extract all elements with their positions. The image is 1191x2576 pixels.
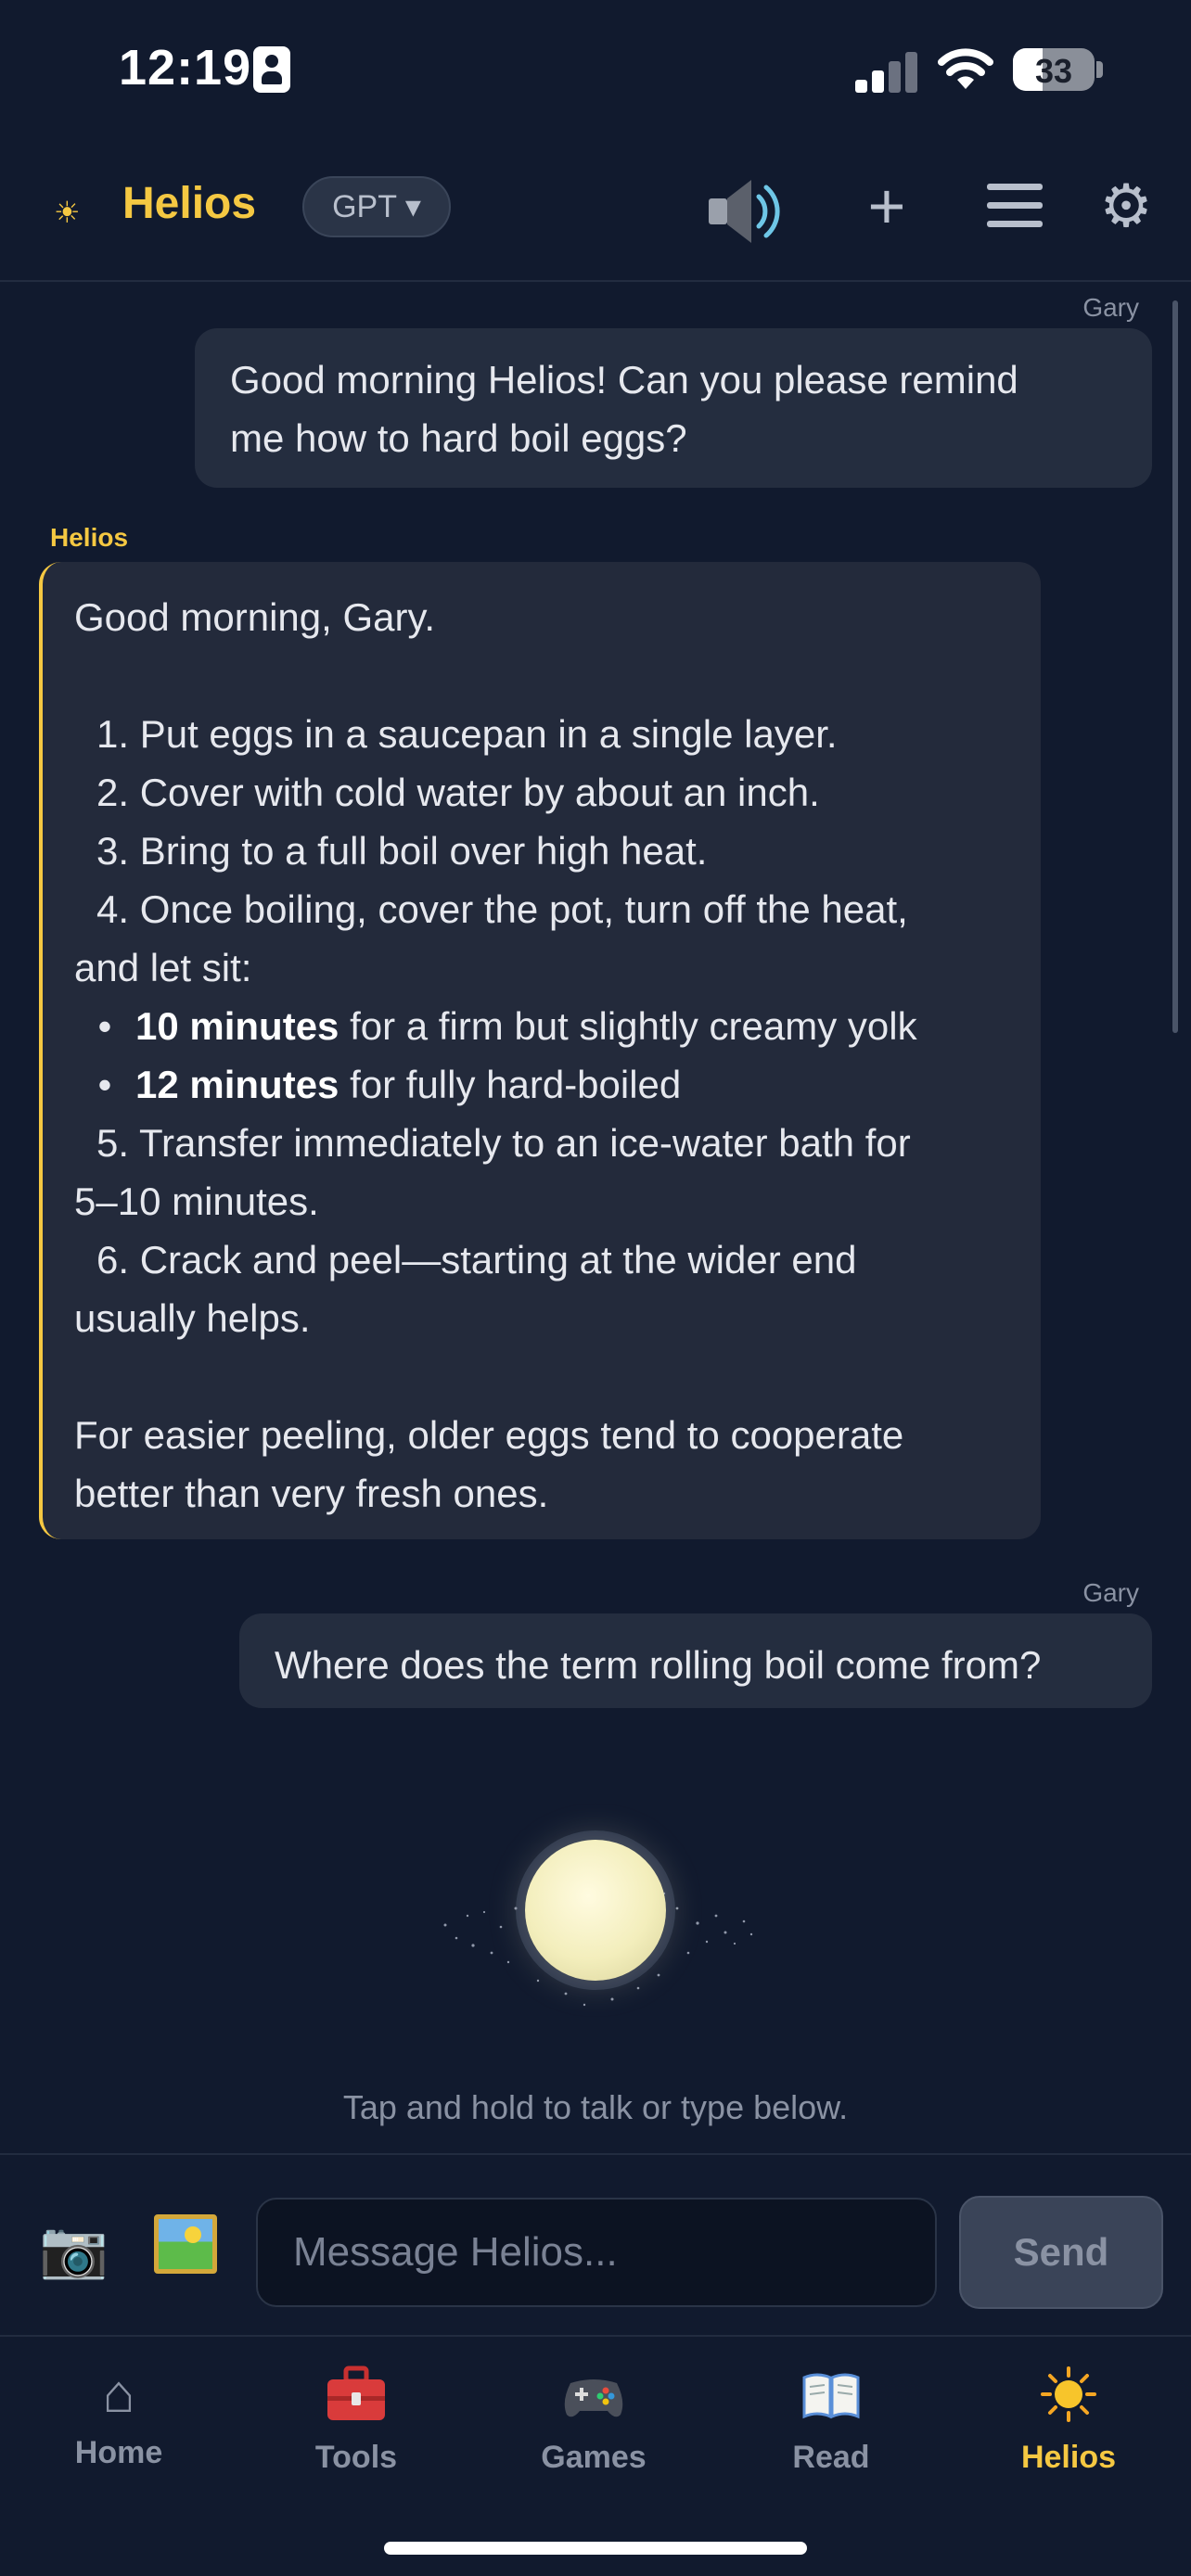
message-line: Where does the term rolling boil come fr…	[275, 1643, 1042, 1687]
bullet-item: • 12 minutes for fully hard-boiled	[97, 1063, 682, 1106]
step-item: 3. Bring to a full boil over high heat.	[96, 829, 708, 873]
step-item: 1. Put eggs in a saucepan in a single la…	[96, 712, 838, 756]
step-item: 5. Transfer immediately to an ice-water …	[96, 1121, 911, 1165]
sun-icon: ☀	[54, 196, 81, 229]
gamepad-icon	[564, 2379, 623, 2417]
step-item: 6. Crack and peel—starting at the wider …	[96, 1238, 857, 1282]
user-message-bubble[interactable]: Good morning Helios! Can you please remi…	[195, 328, 1152, 488]
step-item-continued: 5–10 minutes.	[74, 1180, 319, 1223]
bullet-bold: 10 minutes	[135, 1004, 339, 1048]
assistant-message-bubble[interactable]: Good morning, Gary. 1. Put eggs in a sau…	[39, 562, 1041, 1539]
contact-card-icon	[253, 46, 290, 93]
model-selector-button[interactable]: GPT ▾	[302, 176, 451, 237]
step-item: 2. Cover with cold water by about an inc…	[96, 771, 820, 814]
voice-hint-text: Tap and hold to talk or type below.	[342, 2088, 849, 2126]
chat-thread[interactable]: Gary Good morning Helios! Can you please…	[0, 284, 1191, 2129]
app-title: Helios	[122, 179, 257, 228]
message-sender: Gary	[1082, 1578, 1139, 1607]
new-chat-icon[interactable]: +	[850, 169, 924, 243]
speaker-icon[interactable]	[701, 167, 790, 256]
tab-label: Helios	[1020, 2440, 1117, 2475]
status-bar: 12:19 33	[0, 0, 1191, 139]
step-item: 4. Once boiling, cover the pot, turn off…	[96, 887, 908, 931]
step-item-continued: usually helps.	[74, 1296, 311, 1340]
bullet-text: for a firm but slightly creamy yolk	[339, 1004, 917, 1048]
home-icon: ⌂	[102, 2364, 135, 2424]
message-composer: 📷 Send	[0, 2153, 1191, 2337]
tab-label: Home	[74, 2435, 163, 2470]
settings-gear-icon[interactable]: ⚙	[1089, 169, 1163, 243]
bottom-tab-bar: ⌂ Home Tools Games Read Helios	[0, 2339, 1191, 2576]
tip-text: better than very fresh ones.	[74, 1472, 549, 1515]
menu-icon[interactable]	[978, 169, 1052, 243]
greeting-text: Good morning, Gary.	[74, 595, 436, 639]
tab-label: Tools	[314, 2440, 398, 2475]
bullet-text: for fully hard-boiled	[339, 1063, 682, 1106]
toolbox-icon	[327, 2366, 385, 2420]
tab-read[interactable]: Read	[738, 2355, 924, 2476]
message-line: Good morning Helios! Can you please remi…	[230, 358, 1018, 402]
message-line: me how to hard boil eggs?	[230, 416, 687, 460]
bullet-bold: 12 minutes	[135, 1063, 339, 1106]
scrollbar[interactable]	[1172, 300, 1178, 1033]
status-time: 12:19	[119, 40, 252, 96]
sun-icon	[1041, 2366, 1096, 2422]
tab-label: Games	[541, 2440, 647, 2475]
home-indicator[interactable]	[384, 2542, 807, 2555]
app-header: ☀ Helios GPT ▾ + ⚙	[0, 139, 1191, 282]
tab-label: Read	[792, 2440, 870, 2475]
message-input[interactable]	[256, 2198, 937, 2307]
message-sender: Gary	[1082, 293, 1139, 322]
camera-icon[interactable]: 📷	[39, 2216, 109, 2282]
photo-library-icon[interactable]	[154, 2214, 217, 2274]
step-item-continued: and let sit:	[74, 946, 252, 989]
tab-home[interactable]: ⌂ Home	[26, 2355, 211, 2471]
battery-level: 33	[1034, 52, 1073, 90]
bullet-item: • 10 minutes for a firm but slightly crea…	[97, 1004, 917, 1048]
bot-sender: Helios	[50, 523, 129, 552]
tip-text: For easier peeling, older eggs tend to c…	[74, 1413, 904, 1457]
wifi-icon	[938, 48, 993, 89]
send-button[interactable]: Send	[959, 2196, 1163, 2309]
tab-tools[interactable]: Tools	[263, 2355, 449, 2476]
cellular-signal-icon	[855, 52, 920, 93]
moon-orb-icon[interactable]	[525, 1840, 666, 1981]
battery-icon: 33	[1013, 48, 1095, 91]
book-icon	[802, 2373, 860, 2419]
tab-games[interactable]: Games	[501, 2355, 686, 2476]
tab-helios[interactable]: Helios	[976, 2355, 1161, 2476]
user-message-bubble[interactable]: Where does the term rolling boil come fr…	[239, 1613, 1152, 1708]
